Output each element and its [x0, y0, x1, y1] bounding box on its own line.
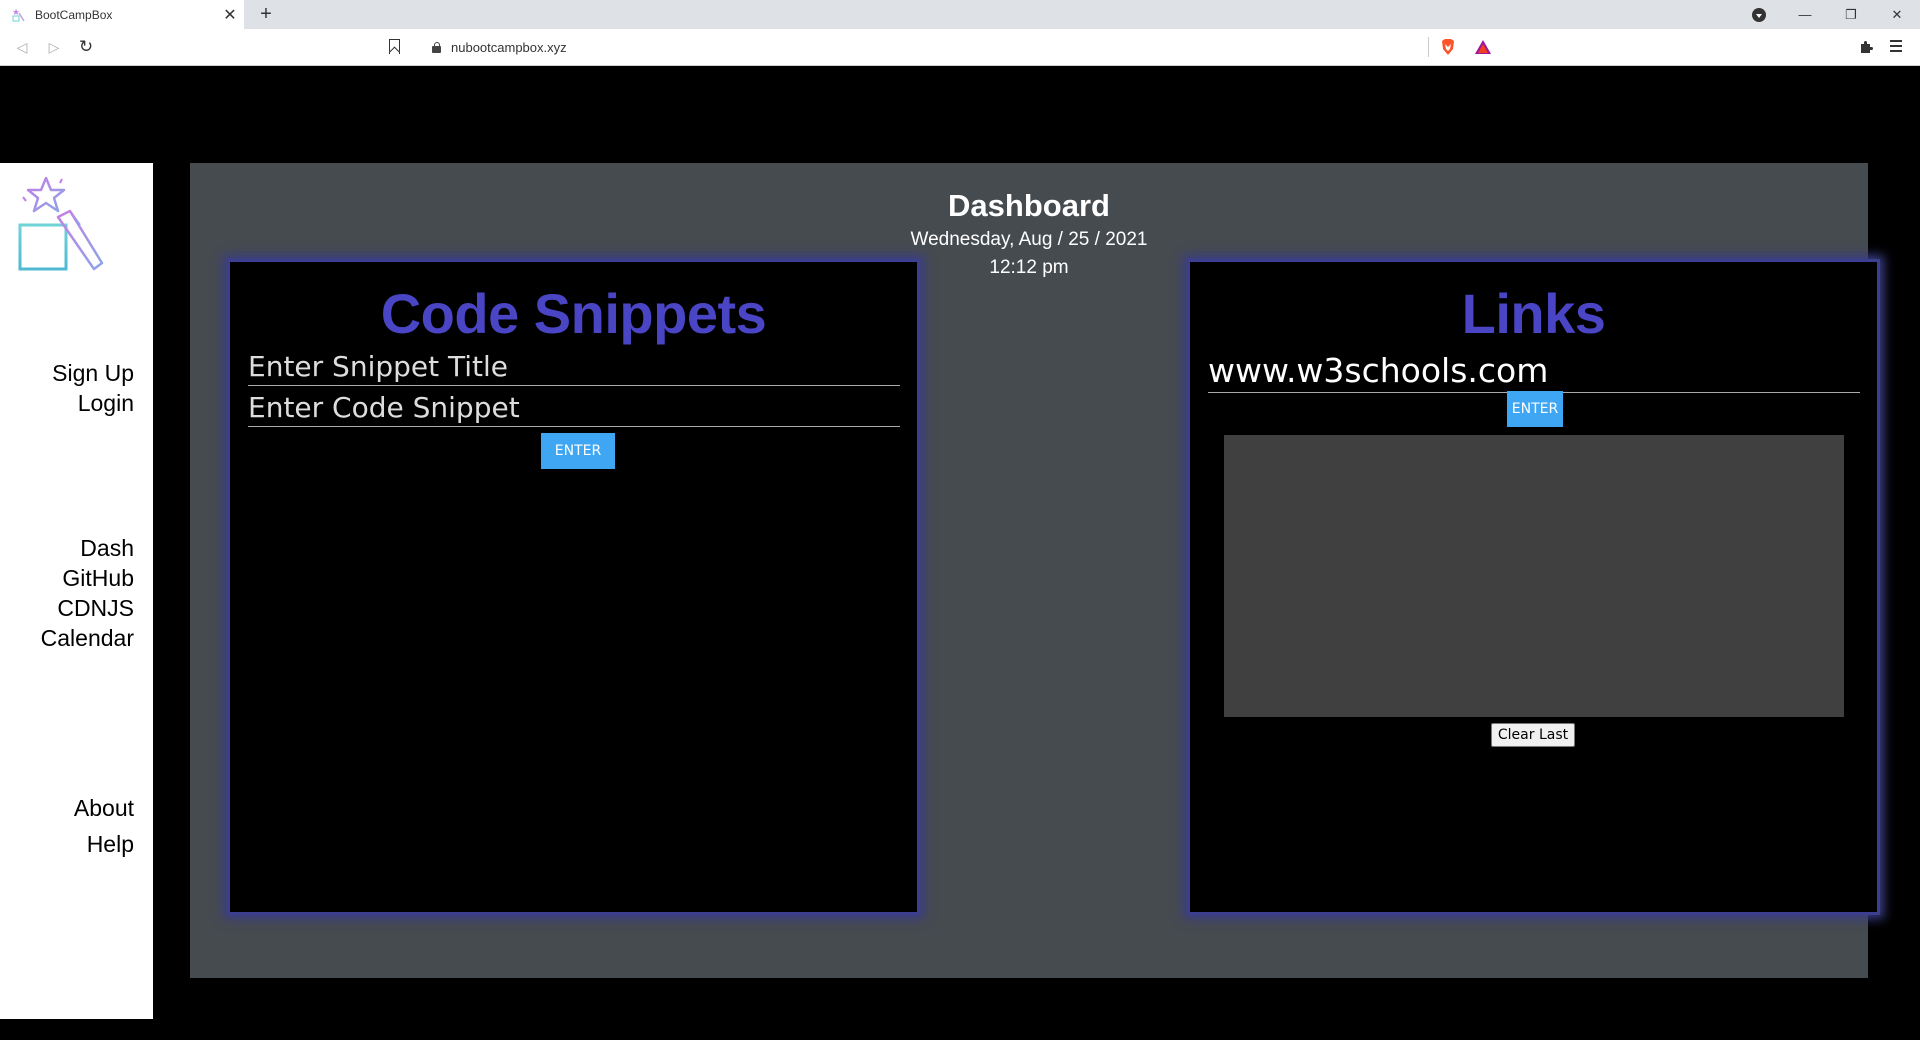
code-snippets-panel: Code Snippets ENTER: [227, 259, 920, 915]
toolbar-divider: [1428, 37, 1429, 57]
current-date: Wednesday, Aug / 25 / 2021: [910, 229, 1148, 250]
extensions-icon[interactable]: [1858, 39, 1874, 55]
info-links: About Help: [74, 790, 134, 862]
new-tab-button[interactable]: +: [252, 0, 280, 29]
code-snippet-input[interactable]: [248, 391, 900, 427]
bootcampbox-favicon-icon: [12, 8, 25, 21]
nav-links: Dash GitHub CDNJS Calendar: [41, 533, 134, 653]
links-title: Links: [1461, 282, 1606, 345]
cdnjs-link[interactable]: CDNJS: [41, 593, 134, 623]
about-link[interactable]: About: [74, 790, 134, 826]
profile-menu-icon[interactable]: [1752, 7, 1766, 22]
snippet-title-input[interactable]: [248, 350, 900, 386]
browser-menu-icon[interactable]: [1890, 39, 1902, 53]
auth-links: Sign Up Login: [52, 358, 134, 418]
link-enter-button[interactable]: ENTER: [1507, 391, 1563, 427]
back-icon[interactable]: ◁: [8, 35, 36, 59]
page-title: Dashboard: [948, 188, 1110, 223]
browser-tab-bar: BootCampBox ✕ + — ❐ ✕: [0, 0, 1920, 29]
url-text[interactable]: nubootcampbox.xyz: [451, 40, 567, 55]
tab-close-icon[interactable]: ✕: [216, 1, 244, 29]
github-link[interactable]: GitHub: [41, 563, 134, 593]
bootcampbox-logo[interactable]: [18, 175, 104, 271]
sidebar: Sign Up Login Dash GitHub CDNJS Calendar…: [0, 163, 153, 1019]
tab-title: BootCampBox: [35, 7, 113, 22]
links-list: [1224, 435, 1844, 717]
reload-icon[interactable]: ↻: [72, 35, 100, 59]
help-link[interactable]: Help: [74, 826, 134, 862]
snippet-enter-button[interactable]: ENTER: [541, 433, 615, 469]
clear-last-button[interactable]: Clear Last: [1491, 723, 1575, 747]
close-window-button[interactable]: ✕: [1874, 0, 1920, 29]
link-input[interactable]: [1208, 351, 1860, 393]
login-link[interactable]: Login: [52, 388, 134, 418]
url-bar[interactable]: nubootcampbox.xyz: [420, 34, 1500, 60]
sign-up-link[interactable]: Sign Up: [52, 358, 134, 388]
lock-icon[interactable]: [432, 41, 441, 53]
calendar-link[interactable]: Calendar: [41, 623, 134, 653]
brave-shields-icon[interactable]: [1440, 38, 1456, 56]
window-controls: — ❐ ✕: [1752, 0, 1920, 29]
forward-icon[interactable]: ▷: [40, 35, 68, 59]
restore-button[interactable]: ❐: [1828, 0, 1874, 29]
bookmark-icon[interactable]: [389, 39, 400, 54]
minimize-button[interactable]: —: [1782, 0, 1828, 29]
code-snippets-title: Code Snippets: [380, 282, 767, 345]
dash-link[interactable]: Dash: [41, 533, 134, 563]
web-page: Sign Up Login Dash GitHub CDNJS Calendar…: [0, 67, 1920, 1040]
browser-tab[interactable]: BootCampBox ✕: [0, 0, 244, 29]
address-bar-row: ◁ ▷ ↻ nubootcampbox.xyz: [0, 29, 1920, 66]
links-panel: Links ENTER Clear Last: [1187, 259, 1880, 915]
brave-rewards-icon[interactable]: [1474, 39, 1492, 55]
dashboard-main: Dashboard Wednesday, Aug / 25 / 2021 12:…: [190, 163, 1880, 978]
